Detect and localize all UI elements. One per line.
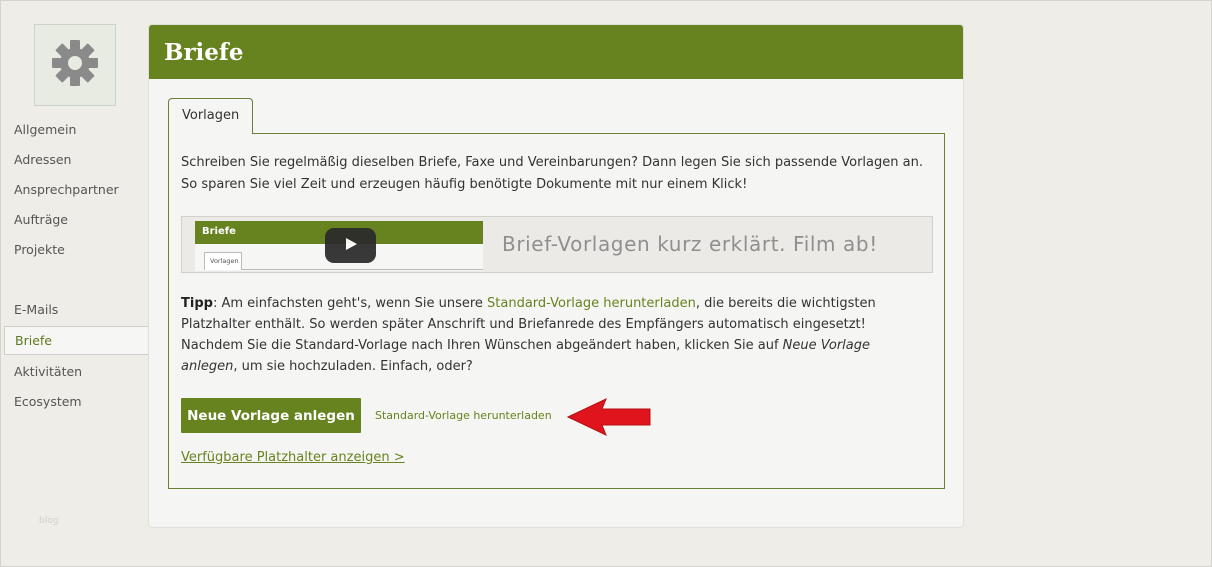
sidebar-item-auftraege[interactable]: Aufträge (14, 212, 68, 228)
video-thumbnail[interactable]: Briefe Vorlagen (195, 221, 483, 271)
page-title: Briefe (164, 38, 244, 66)
sidebar-item-ansprechpartner[interactable]: Ansprechpartner (14, 182, 119, 198)
sidebar-item-allgemein[interactable]: Allgemein (14, 122, 76, 138)
sidebar-item-briefe-label: Briefe (15, 333, 52, 348)
play-icon (344, 236, 358, 255)
thumbnail-tab-line (242, 269, 483, 270)
sidebar-item-adressen[interactable]: Adressen (14, 152, 71, 168)
intro-text: Schreiben Sie regelmäßig dieselben Brief… (181, 152, 937, 196)
play-button[interactable] (325, 228, 376, 263)
thumbnail-title: Briefe (202, 226, 236, 237)
tip-text-3: , um sie hochzuladen. Einfach, oder? (233, 359, 473, 374)
download-template-link[interactable]: Standard-Vorlage herunterladen (375, 409, 552, 422)
tip-download-link[interactable]: Standard-Vorlage herunterladen (487, 296, 696, 311)
new-template-button[interactable]: Neue Vorlage anlegen (181, 398, 361, 433)
sidebar-item-ecosystem[interactable]: Ecosystem (14, 394, 82, 410)
show-placeholders-link[interactable]: Verfügbare Platzhalter anzeigen > (181, 450, 405, 465)
panel-header: Briefe (149, 25, 963, 79)
thumbnail-tab: Vorlagen (204, 252, 242, 270)
video-banner[interactable]: Briefe Vorlagen Brief-Vorlagen kurz erkl… (181, 216, 933, 273)
footer-blog-link[interactable]: blog (39, 516, 58, 526)
tip-text-1: : Am einfachsten geht's, wenn Sie unsere (212, 296, 488, 311)
sidebar-item-emails[interactable]: E-Mails (14, 302, 58, 318)
video-caption[interactable]: Brief-Vorlagen kurz erklärt. Film ab! (502, 232, 878, 256)
tip-label: Tipp (181, 296, 213, 311)
gear-icon (50, 38, 100, 92)
intro-line-1: Schreiben Sie regelmäßig dieselben Brief… (181, 155, 923, 170)
intro-line-2: So sparen Sie viel Zeit und erzeugen häu… (181, 177, 748, 192)
sidebar-item-projekte[interactable]: Projekte (14, 242, 65, 258)
tip-paragraph: Tipp: Am einfachsten geht's, wenn Sie un… (181, 293, 921, 377)
sidebar-item-aktivitaeten[interactable]: Aktivitäten (14, 364, 82, 380)
tab-vorlagen[interactable]: Vorlagen (168, 98, 253, 134)
settings-avatar[interactable] (34, 24, 116, 106)
red-arrow-annotation-icon (564, 397, 654, 441)
